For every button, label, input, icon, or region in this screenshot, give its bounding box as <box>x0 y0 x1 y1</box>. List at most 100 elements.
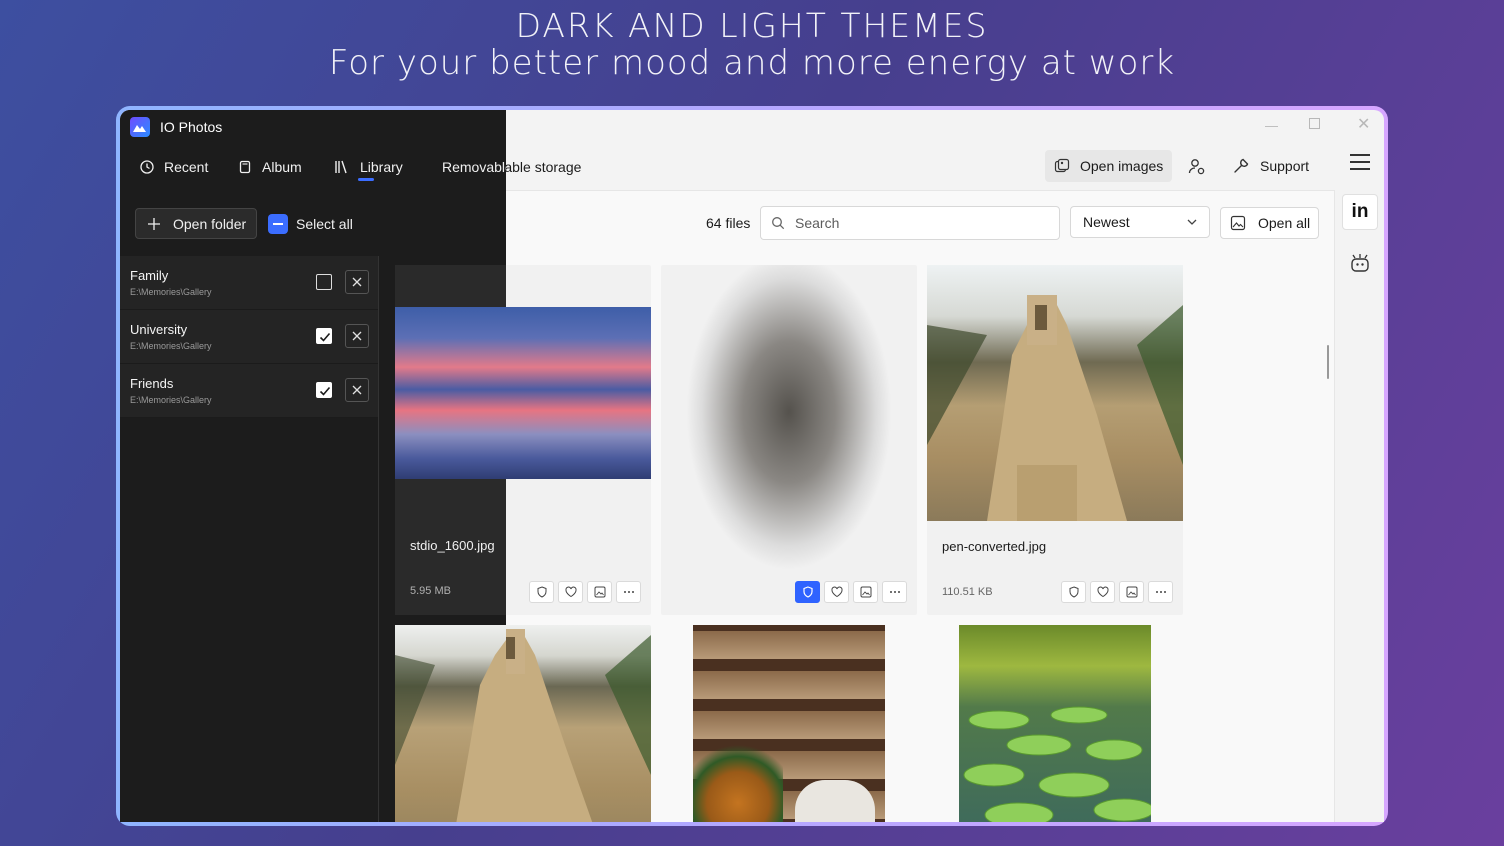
image-icon[interactable] <box>853 581 878 603</box>
select-all-label: Select all <box>296 216 353 232</box>
promo-subheadline: For your better mood and more energy at … <box>328 43 1176 83</box>
app-logo-icon <box>130 117 150 137</box>
indeterminate-checkbox-icon <box>268 214 288 234</box>
shield-icon[interactable] <box>795 581 820 603</box>
folder-path: E:\Memories\Gallery <box>130 287 212 297</box>
shield-icon[interactable] <box>529 581 554 603</box>
close-icon <box>352 385 362 395</box>
photo-card[interactable] <box>661 625 917 822</box>
card-actions <box>529 581 641 603</box>
library-icon <box>335 160 347 174</box>
file-count: 64 files <box>706 215 751 231</box>
select-all-checkbox[interactable]: Select all <box>268 214 353 234</box>
kitchen-shelf-thumbnail[interactable] <box>693 625 885 822</box>
search-icon <box>772 217 785 230</box>
image-icon <box>1230 215 1246 231</box>
images-icon <box>1054 158 1070 173</box>
open-images-button[interactable]: Open images <box>1045 150 1172 182</box>
close-window-icon[interactable]: ✕ <box>1357 114 1370 134</box>
promo-headline: DARK AND LIGHT THEMES <box>515 6 989 45</box>
remove-folder-button[interactable] <box>345 378 369 402</box>
heart-icon[interactable] <box>558 581 583 603</box>
scrollbar-thumb[interactable] <box>1327 345 1329 379</box>
active-tab-indicator <box>358 178 374 181</box>
feedback-icon[interactable] <box>1349 252 1371 279</box>
more-icon[interactable] <box>882 581 907 603</box>
sand-castle-thumbnail[interactable] <box>927 265 1183 521</box>
close-icon <box>352 331 362 341</box>
minimize-icon[interactable]: — <box>1265 118 1278 133</box>
linkedin-icon[interactable]: in <box>1342 194 1378 230</box>
folder-row-friends[interactable]: Friends E:\Memories\Gallery <box>120 364 378 418</box>
sand-castle-illustration <box>927 295 1183 521</box>
search-input[interactable]: Search <box>760 206 1060 240</box>
nav-item-album[interactable]: Album <box>238 154 302 180</box>
dark-theme-overlay: IO Photos Recent Album Library Removable… <box>120 110 506 822</box>
sand-castle-thumbnail-dark-part[interactable] <box>395 625 506 822</box>
more-icon[interactable] <box>616 581 641 603</box>
app-title: IO Photos <box>160 119 223 135</box>
check-icon <box>319 386 331 396</box>
open-folder-button[interactable]: Open folder <box>135 208 257 239</box>
file-name: pen-converted.jpg <box>942 539 1047 554</box>
folder-checkbox-checked[interactable] <box>316 382 332 398</box>
file-size: 5.95 MB <box>410 585 451 597</box>
nav-label-removable-storage: Removable storage <box>442 159 506 175</box>
chevron-down-icon <box>1187 219 1197 225</box>
heart-icon[interactable] <box>824 581 849 603</box>
card-actions <box>1061 581 1173 603</box>
image-icon[interactable] <box>587 581 612 603</box>
window-frame: — ✕ Removable storage Open images Suppor… <box>116 106 1388 826</box>
open-all-label: Open all <box>1258 215 1311 231</box>
search-placeholder: Search <box>795 215 840 231</box>
open-folder-label: Open folder <box>173 215 247 232</box>
image-icon[interactable] <box>1119 581 1144 603</box>
folder-name: Friends <box>130 376 174 391</box>
folder-row-university[interactable]: University E:\Memories\Gallery <box>120 310 378 364</box>
close-icon <box>352 277 362 287</box>
heart-icon[interactable] <box>1090 581 1115 603</box>
lily-pads-thumbnail[interactable] <box>959 625 1151 822</box>
folder-path: E:\Memories\Gallery <box>130 341 212 351</box>
right-rail: in <box>1334 190 1384 822</box>
sort-dropdown[interactable]: Newest <box>1070 206 1210 238</box>
user-settings-icon[interactable] <box>1188 158 1206 181</box>
support-button[interactable]: Support <box>1232 150 1309 182</box>
clock-icon <box>140 160 154 174</box>
file-name: stdio_1600.jpg <box>410 538 495 553</box>
photo-card-dark-part[interactable]: stdio_1600.jpg 5.95 MB <box>395 265 506 615</box>
remove-folder-button[interactable] <box>345 270 369 294</box>
folder-checkbox[interactable] <box>316 274 332 290</box>
nav-item-library[interactable]: Library <box>334 154 403 180</box>
more-icon[interactable] <box>1148 581 1173 603</box>
folder-name: University <box>130 322 188 337</box>
nav-item-removable-storage[interactable]: Removable storage <box>432 154 506 180</box>
album-icon <box>239 160 251 174</box>
nav-label-recent: Recent <box>164 159 209 175</box>
shield-icon[interactable] <box>1061 581 1086 603</box>
wrench-icon <box>1234 158 1249 173</box>
check-icon <box>319 332 331 342</box>
nav-label-library: Library <box>360 159 403 175</box>
maximize-icon[interactable] <box>1309 118 1320 129</box>
support-label: Support <box>1260 158 1310 174</box>
plus-icon <box>148 217 160 230</box>
sunset-thumbnail[interactable] <box>395 307 506 479</box>
folder-name: Family <box>130 268 169 283</box>
photo-card[interactable] <box>927 625 1183 822</box>
open-images-label: Open images <box>1080 158 1164 174</box>
folder-row-family[interactable]: Family E:\Memories\Gallery <box>120 256 378 310</box>
nav-label-album: Album <box>262 159 302 175</box>
remove-folder-button[interactable] <box>345 324 369 348</box>
app-window: — ✕ Removable storage Open images Suppor… <box>120 110 1384 822</box>
folder-list: Family E:\Memories\Gallery University E:… <box>120 256 378 418</box>
folder-path: E:\Memories\Gallery <box>130 395 212 405</box>
sidebar-divider <box>378 256 379 822</box>
hamburger-menu-icon[interactable] <box>1350 154 1370 170</box>
photo-card-protected[interactable] <box>661 265 917 615</box>
file-size: 110.51 KB <box>942 586 993 598</box>
folder-checkbox-checked[interactable] <box>316 328 332 344</box>
nav-item-recent[interactable]: Recent <box>140 154 208 180</box>
photo-card[interactable]: pen-converted.jpg 110.51 KB <box>927 265 1183 615</box>
open-all-button[interactable]: Open all <box>1220 207 1319 239</box>
